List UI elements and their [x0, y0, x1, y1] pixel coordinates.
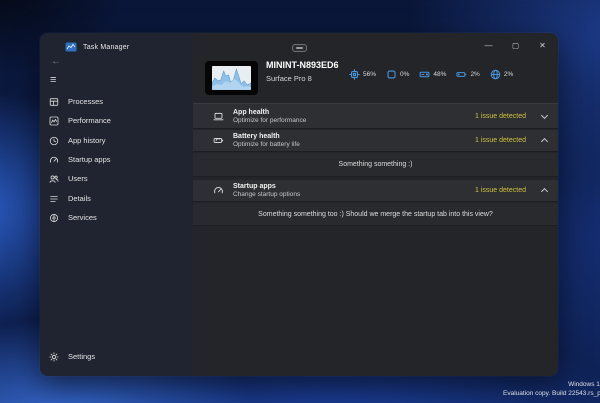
row-subtitle: Change startup options	[233, 191, 300, 198]
health-row-startup-apps[interactable]: Startup apps Change startup options 1 is…	[193, 180, 558, 202]
app-title: Task Manager	[83, 44, 129, 51]
cpu-stat: 56%	[349, 69, 376, 80]
maximize-button[interactable]: ▢	[502, 36, 529, 54]
watermark-line2: Evaluation copy. Build 22543.rs_pr	[503, 390, 600, 399]
close-button[interactable]: ✕	[529, 36, 556, 54]
issue-status-badge: 1 issue detected	[475, 187, 526, 194]
issue-status-badge: 1 issue detected	[475, 137, 526, 144]
battery-value: 2%	[470, 71, 479, 78]
disk-value: 48%	[433, 71, 446, 78]
sidebar-item-label: Performance	[68, 116, 111, 125]
sidebar-item-app-history[interactable]: App history	[40, 131, 193, 150]
expanded-message: Something something :)	[339, 161, 413, 168]
laptop-icon	[213, 111, 224, 122]
row-subtitle: Optimize for battery life	[233, 141, 300, 148]
sidebar-item-label: Users	[68, 174, 88, 183]
settings-label: Settings	[68, 352, 95, 361]
resource-stats: 56% 0% 48% 2%	[349, 69, 513, 80]
sidebar-item-processes[interactable]: Processes	[40, 92, 193, 111]
app-history-icon	[49, 136, 59, 146]
sidebar-item-settings[interactable]: Settings	[40, 347, 193, 366]
gear-icon	[49, 352, 59, 362]
evaluation-watermark: Windows 11 Evaluation copy. Build 22543.…	[503, 381, 600, 398]
gauge-icon	[213, 185, 224, 196]
sidebar-item-label: Startup apps	[68, 155, 111, 164]
row-subtitle: Optimize for performance	[233, 117, 306, 124]
disk-stat: 48%	[419, 69, 446, 80]
battery-health-expanded-panel: Something something :)	[193, 153, 558, 177]
performance-graph-thumbnail-icon	[212, 66, 251, 90]
users-icon	[49, 174, 59, 184]
chevron-up-icon[interactable]	[541, 138, 548, 145]
processes-icon	[49, 97, 59, 107]
sidebar-item-details[interactable]: Details	[40, 189, 193, 208]
back-icon[interactable]: ←	[51, 56, 61, 67]
device-model: Surface Pro 8	[266, 74, 312, 83]
network-value: 2%	[504, 71, 513, 78]
sidebar-item-startup-apps[interactable]: Startup apps	[40, 150, 193, 169]
expanded-message: Something something too :) Should we mer…	[258, 211, 493, 218]
services-icon	[49, 213, 59, 223]
sidebar-item-services[interactable]: Services	[40, 208, 193, 227]
sidebar-item-label: Processes	[68, 97, 103, 106]
memory-icon	[386, 69, 397, 80]
network-stat: 2%	[490, 69, 513, 80]
cpu-value: 56%	[363, 71, 376, 78]
sidebar-item-label: App history	[68, 136, 106, 145]
chevron-up-icon[interactable]	[541, 188, 548, 195]
battery-saver-icon	[213, 135, 224, 146]
minimize-button[interactable]: —	[475, 36, 502, 54]
row-title: Battery health	[233, 133, 300, 140]
startup-apps-expanded-panel: Something something too :) Should we mer…	[193, 203, 558, 226]
health-row-battery-health[interactable]: Battery health Optimize for battery life…	[193, 130, 558, 152]
watermark-line1: Windows 11	[503, 381, 600, 390]
window-controls: — ▢ ✕	[475, 36, 556, 54]
sidebar-item-users[interactable]: Users	[40, 169, 193, 188]
startup-apps-icon	[49, 155, 59, 165]
device-name: MININT-N893ED6	[266, 60, 339, 70]
row-title: Startup apps	[233, 183, 300, 190]
device-thumbnail	[205, 61, 258, 95]
network-globe-icon	[490, 69, 501, 80]
sidebar-item-label: Details	[68, 194, 91, 203]
titlebar: Task Manager	[65, 42, 129, 52]
sidebar-item-label: Services	[68, 213, 97, 222]
memory-value: 0%	[400, 71, 409, 78]
issue-status-badge: 1 issue detected	[475, 113, 526, 120]
performance-icon	[49, 116, 59, 126]
disk-icon	[419, 69, 430, 80]
memory-stat: 0%	[386, 69, 409, 80]
health-row-app-health[interactable]: App health Optimize for performance 1 is…	[193, 104, 558, 129]
cpu-icon	[349, 69, 360, 80]
hamburger-menu-icon[interactable]: ≡	[50, 74, 56, 86]
battery-stat: 2%	[456, 69, 479, 80]
battery-icon	[456, 69, 467, 80]
details-icon	[49, 194, 59, 204]
chevron-down-icon[interactable]	[541, 111, 548, 118]
drag-handle[interactable]	[292, 44, 307, 52]
sidebar-item-performance[interactable]: Performance	[40, 111, 193, 130]
sidebar: Task Manager ← ≡ Processes Performance A…	[40, 33, 193, 376]
row-title: App health	[233, 109, 306, 116]
task-manager-window: Task Manager ← ≡ Processes Performance A…	[40, 33, 558, 376]
app-logo-icon	[65, 42, 77, 52]
main-panel: — ▢ ✕ MININT-N893ED6 Surface Pro 8 56%	[193, 33, 558, 376]
